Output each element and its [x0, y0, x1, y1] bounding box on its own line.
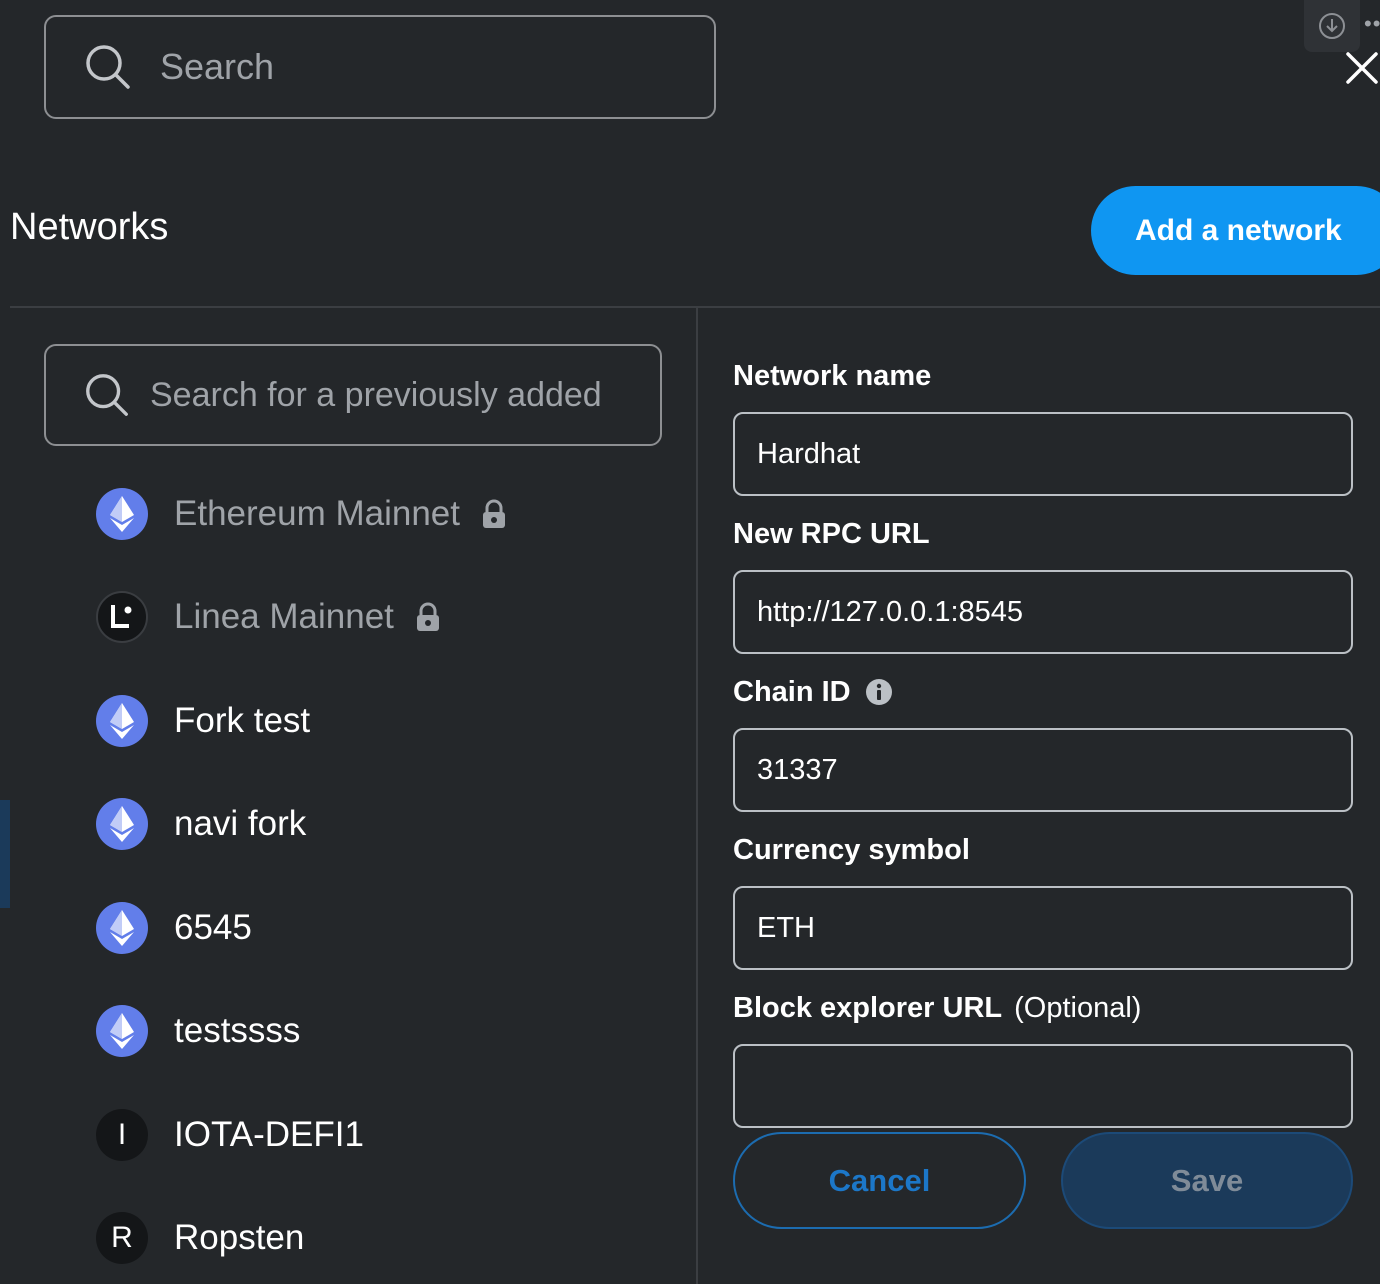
header-divider: [10, 306, 1380, 308]
save-button[interactable]: Save: [1061, 1132, 1353, 1229]
optional-hint: (Optional): [1014, 991, 1142, 1024]
settings-search-box[interactable]: [44, 15, 716, 119]
network-name-label: Network name: [733, 359, 932, 392]
letter-avatar-icon: R: [96, 1212, 148, 1265]
page-title: Networks: [10, 206, 169, 248]
network-form: Network name New RPC URL Chain ID Curren…: [733, 356, 1353, 1146]
network-item-6545[interactable]: 6545: [96, 876, 686, 980]
network-name: 6545: [174, 907, 252, 947]
network-item-linea-mainnet[interactable]: Linea Mainnet: [96, 566, 686, 670]
info-icon[interactable]: [865, 678, 893, 706]
network-name-field[interactable]: [733, 412, 1353, 496]
ethereum-icon: [96, 1005, 148, 1058]
download-icon: [1319, 13, 1345, 39]
network-item-fork-test[interactable]: Fork test: [96, 669, 686, 773]
network-name: Ropsten: [174, 1218, 305, 1258]
network-search-box[interactable]: [44, 344, 662, 446]
add-network-button[interactable]: Add a network: [1091, 186, 1380, 275]
ethereum-icon: [96, 901, 148, 954]
network-item-ropsten[interactable]: R Ropsten: [96, 1187, 686, 1284]
currency-symbol-field[interactable]: [733, 886, 1353, 970]
lock-icon: [416, 602, 439, 632]
settings-search-input[interactable]: [160, 46, 640, 88]
search-icon: [86, 45, 130, 89]
block-explorer-label: Block explorer URL (Optional): [733, 991, 1142, 1024]
network-name: IOTA-DEFI1: [174, 1114, 364, 1154]
chain-id-field[interactable]: [733, 728, 1353, 812]
network-name: navi fork: [174, 804, 307, 844]
network-name: Fork test: [174, 700, 311, 740]
network-list: Ethereum Mainnet Linea Mainnet Fork test…: [96, 462, 686, 1284]
selected-indicator: [0, 800, 10, 908]
network-search-input[interactable]: [150, 375, 630, 415]
rpc-url-label: New RPC URL: [733, 517, 930, 550]
ethereum-icon: [96, 798, 148, 851]
chain-id-label: Chain ID: [733, 672, 1353, 712]
close-icon[interactable]: [1342, 48, 1380, 86]
network-item-navi-fork[interactable]: navi fork: [96, 773, 686, 877]
currency-symbol-label: Currency symbol: [733, 833, 970, 866]
download-button[interactable]: [1304, 0, 1360, 52]
networks-settings-page: •• Networks Add a network Ethereum Mainn…: [0, 0, 1380, 1284]
linea-icon: [96, 591, 148, 644]
network-name: testssss: [174, 1011, 301, 1051]
ethereum-icon: [96, 487, 148, 540]
ethereum-icon: [96, 694, 148, 747]
rpc-url-field[interactable]: [733, 570, 1353, 654]
network-item-iota-defi1[interactable]: I IOTA-DEFI1: [96, 1083, 686, 1187]
more-options-icon[interactable]: ••: [1364, 16, 1380, 32]
network-name: Ethereum Mainnet: [174, 493, 460, 533]
network-item-testssss[interactable]: testssss: [96, 980, 686, 1084]
block-explorer-field[interactable]: [733, 1044, 1353, 1128]
network-name: Linea Mainnet: [174, 597, 394, 637]
network-item-ethereum-mainnet[interactable]: Ethereum Mainnet: [96, 462, 686, 566]
cancel-button[interactable]: Cancel: [733, 1132, 1026, 1229]
search-icon: [86, 374, 128, 416]
letter-avatar-icon: I: [96, 1108, 148, 1161]
column-divider: [696, 308, 698, 1284]
lock-icon: [482, 499, 505, 528]
